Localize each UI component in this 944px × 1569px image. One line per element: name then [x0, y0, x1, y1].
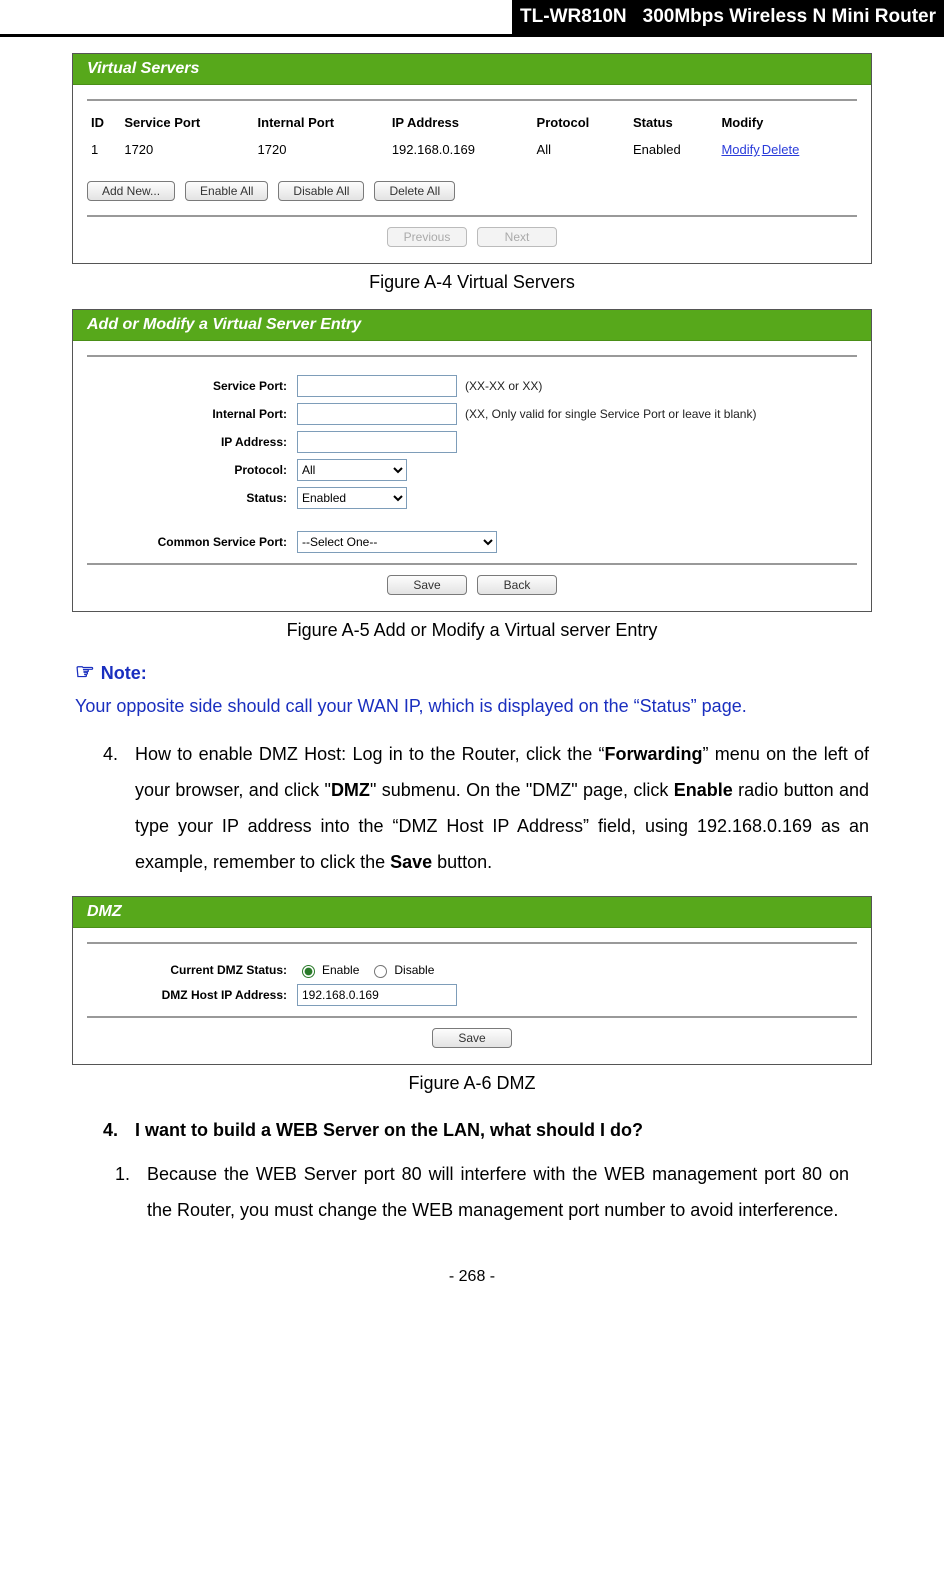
col-ip-address: IP Address	[388, 111, 533, 140]
cell-ip-address: 192.168.0.169	[388, 140, 533, 159]
common-service-port-select[interactable]: --Select One--	[297, 531, 497, 553]
next-button: Next	[477, 227, 557, 247]
figure-a4-screenshot: Virtual Servers ID Service Port Internal…	[72, 53, 872, 264]
page-number: - 268 -	[0, 1268, 944, 1286]
cell-service-port: 1720	[120, 140, 253, 159]
step-4: How to enable DMZ Host: Log in to the Ro…	[123, 736, 869, 880]
disable-all-button[interactable]: Disable All	[278, 181, 364, 201]
internal-port-input[interactable]	[297, 403, 457, 425]
label-current-dmz-status: Current DMZ Status:	[87, 963, 297, 977]
figure-a5-caption: Figure A-5 Add or Modify a Virtual serve…	[55, 620, 889, 641]
delete-link[interactable]: Delete	[762, 142, 800, 157]
label-internal-port: Internal Port:	[87, 407, 297, 421]
label-service-port: Service Port:	[87, 379, 297, 393]
dmz-enable-radio[interactable]	[302, 965, 315, 978]
label-dmz-host-ip: DMZ Host IP Address:	[87, 988, 297, 1002]
label-status: Status:	[87, 491, 297, 505]
table-row: 1 1720 1720 192.168.0.169 All Enabled Mo…	[87, 140, 857, 159]
note-label: Note:	[101, 663, 147, 683]
note-body: Your opposite side should call your WAN …	[55, 693, 889, 736]
save-button[interactable]: Save	[387, 575, 467, 595]
label-ip-address: IP Address:	[87, 435, 297, 449]
hint-service-port: (XX-XX or XX)	[465, 379, 542, 393]
cell-status: Enabled	[629, 140, 717, 159]
back-button[interactable]: Back	[477, 575, 557, 595]
note-heading: ☞ Note:	[55, 659, 889, 685]
delete-all-button[interactable]: Delete All	[374, 181, 455, 201]
q4-step-1: Because the WEB Server port 80 will inte…	[135, 1156, 849, 1228]
cell-protocol: All	[533, 140, 629, 159]
pointing-hand-icon: ☞	[75, 659, 95, 684]
col-id: ID	[87, 111, 120, 140]
service-port-input[interactable]	[297, 375, 457, 397]
protocol-select[interactable]: All	[297, 459, 407, 481]
dmz-host-ip-input[interactable]	[297, 984, 457, 1006]
status-select[interactable]: Enabled	[297, 487, 407, 509]
doc-top-header: TL-WR810N 300Mbps Wireless N Mini Router	[0, 0, 944, 37]
model-name: 300Mbps Wireless N Mini Router	[635, 0, 944, 34]
question-4-heading: I want to build a WEB Server on the LAN,…	[123, 1112, 869, 1228]
radio-label-enable: Enable	[322, 963, 359, 977]
figure-a6-screenshot: DMZ Current DMZ Status: Enable Disable D…	[72, 896, 872, 1065]
previous-button: Previous	[387, 227, 467, 247]
panel-title-dmz: DMZ	[73, 897, 871, 928]
virtual-servers-table: ID Service Port Internal Port IP Address…	[87, 111, 857, 159]
ip-address-input[interactable]	[297, 431, 457, 453]
modify-link[interactable]: Modify	[721, 142, 759, 157]
col-status: Status	[629, 111, 717, 140]
label-protocol: Protocol:	[87, 463, 297, 477]
model-code: TL-WR810N	[512, 0, 635, 34]
dmz-save-button[interactable]: Save	[432, 1028, 512, 1048]
col-service-port: Service Port	[120, 111, 253, 140]
figure-a6-caption: Figure A-6 DMZ	[55, 1073, 889, 1094]
col-protocol: Protocol	[533, 111, 629, 140]
figure-a5-screenshot: Add or Modify a Virtual Server Entry Ser…	[72, 309, 872, 612]
enable-all-button[interactable]: Enable All	[185, 181, 268, 201]
radio-label-disable: Disable	[394, 963, 434, 977]
hint-internal-port: (XX, Only valid for single Service Port …	[465, 407, 756, 421]
cell-id: 1	[87, 140, 120, 159]
dmz-disable-radio[interactable]	[374, 965, 387, 978]
panel-title-virtual-servers: Virtual Servers	[73, 54, 871, 85]
col-modify: Modify	[717, 111, 857, 140]
cell-internal-port: 1720	[254, 140, 388, 159]
add-new-button[interactable]: Add New...	[87, 181, 175, 201]
panel-title-add-modify: Add or Modify a Virtual Server Entry	[73, 310, 871, 341]
col-internal-port: Internal Port	[254, 111, 388, 140]
figure-a4-caption: Figure A-4 Virtual Servers	[55, 272, 889, 293]
label-common-service-port: Common Service Port:	[87, 535, 297, 549]
